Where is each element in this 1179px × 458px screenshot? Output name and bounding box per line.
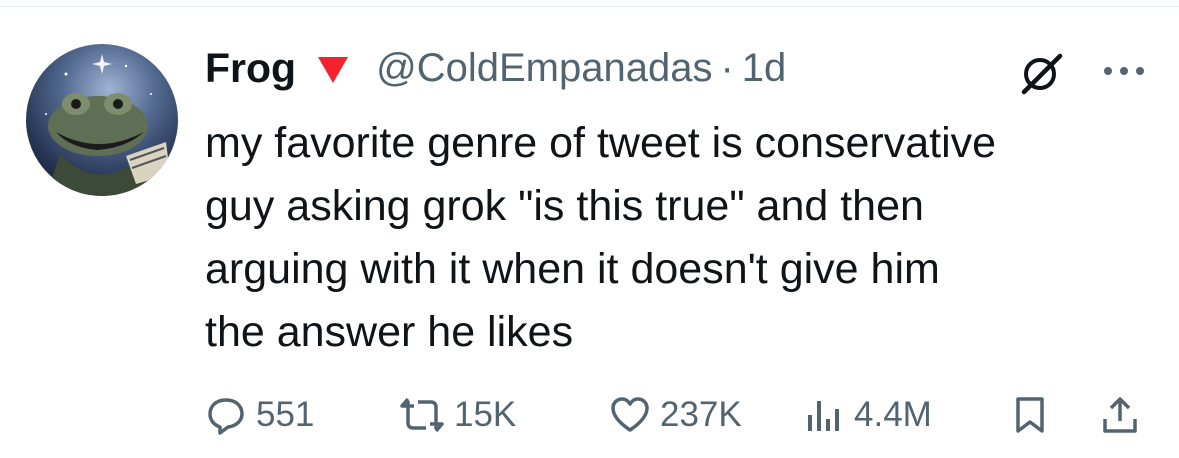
display-name[interactable]: Frog [205,45,296,92]
avatar[interactable] [26,44,178,196]
repost-icon [400,397,444,433]
views-count: 4.4M [854,395,932,434]
frog-avatar-icon [45,54,170,196]
bookmark-button[interactable] [1010,390,1050,440]
red-triangle-icon [318,57,349,83]
share-button[interactable] [1100,390,1140,440]
share-icon [1103,397,1137,433]
reply-button[interactable]: 551 [206,390,314,440]
separator-dot: · [720,45,734,90]
more-icon[interactable] [1100,64,1148,78]
views-icon [808,401,839,431]
like-icon [611,397,649,432]
action-bar: 551 15K 237K 4.4M [0,390,1179,440]
top-divider [0,6,1179,7]
like-count: 237K [660,395,742,434]
bookmark-icon [1016,397,1044,433]
reply-count: 551 [256,395,315,434]
views-button[interactable]: 4.4M [804,390,932,440]
like-button[interactable]: 237K [610,390,742,440]
timestamp[interactable]: 1d [742,46,787,91]
grok-icon[interactable] [1018,50,1064,96]
repost-count: 15K [454,395,517,434]
user-handle[interactable]: @ColdEmpanadas [376,46,712,91]
tweet-header: Frog @ColdEmpanadas · 1d [205,42,1155,94]
reply-icon [208,398,244,435]
tweet-text: my favorite genre of tweet is conservati… [205,119,997,356]
repost-button[interactable]: 15K [400,390,516,440]
